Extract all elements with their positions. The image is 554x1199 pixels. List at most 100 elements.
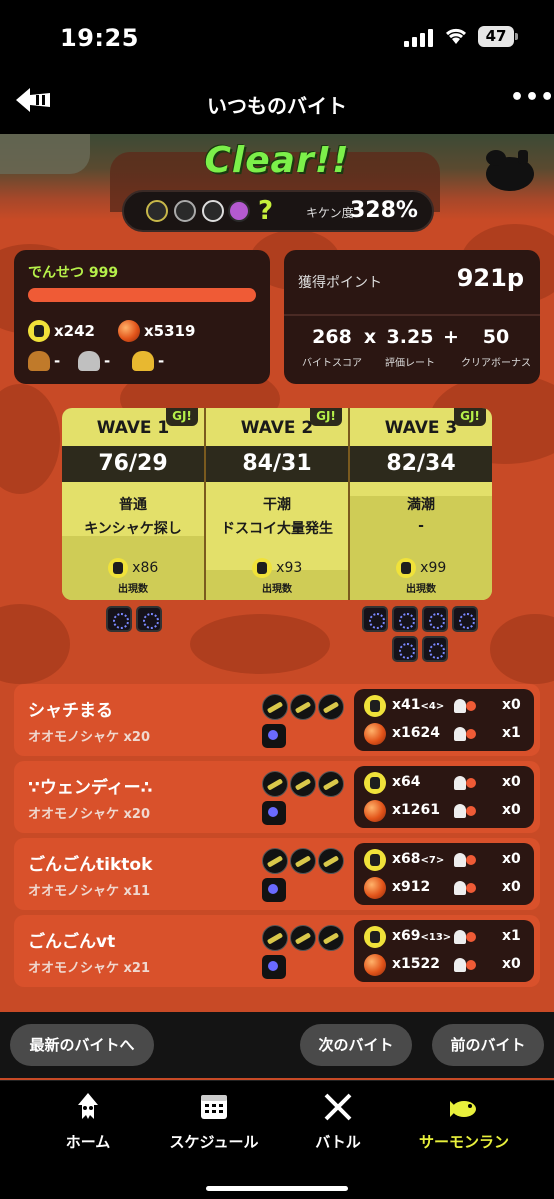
weapon-icon xyxy=(318,925,344,951)
rescue-icon xyxy=(454,774,480,794)
top-navigation: いつものバイト ••• xyxy=(0,72,554,134)
player-boss-kills: オオモノシャケ x20 xyxy=(28,730,151,745)
power-egg-icon xyxy=(118,320,140,342)
special-weapon-icon xyxy=(392,636,418,662)
latest-job-button[interactable]: 最新のバイトへ xyxy=(10,1024,154,1066)
rescue-count: x1 xyxy=(502,928,521,944)
player-card[interactable]: シャチまる オオモノシャケ x20 x41<4> x0 x1624 x1 xyxy=(14,684,540,756)
tab-label: スケジュール xyxy=(169,1133,259,1151)
hazard-label: キケン度 xyxy=(306,206,354,220)
player-card[interactable]: ごんごんvt オオモノシャケ x21 x69<13> x1 x1522 x0 xyxy=(14,915,540,987)
weapon-icon xyxy=(290,771,316,797)
golden-egg-icon xyxy=(364,772,386,794)
wave-card: WAVE 1 76/29 普通 キンシャケ探し x86 出現数 GJ! xyxy=(62,408,204,600)
waves-panel: WAVE 1 76/29 普通 キンシャケ探し x86 出現数 GJ! WAVE… xyxy=(62,408,492,600)
rate-label: 評価レート xyxy=(385,358,435,369)
tab-label: サーモンラン xyxy=(418,1133,509,1151)
tab-label: バトル xyxy=(315,1133,361,1151)
rescued-icon xyxy=(454,879,480,899)
previous-job-button[interactable]: 前のバイト xyxy=(432,1024,544,1066)
gj-badge: GJ! xyxy=(454,408,486,426)
golden-egg-icon xyxy=(364,695,386,717)
rescue-count: x0 xyxy=(502,697,521,713)
bonus-value: 50 xyxy=(482,326,510,348)
weapon-icon xyxy=(202,200,224,222)
tab-battle[interactable]: バトル xyxy=(278,1091,398,1152)
special-weapon-icon xyxy=(262,801,286,825)
bronze-scale-stat: - xyxy=(28,350,60,371)
wave-eggs-label: 出現数 xyxy=(406,584,436,595)
rescued-icon xyxy=(454,802,480,822)
tab-schedule[interactable]: スケジュール xyxy=(154,1091,274,1152)
points-panel: 獲得ポイント 921p 268 バイトスコア x 3.25 評価レート + 50… xyxy=(284,250,540,384)
rank-progress-bar xyxy=(28,288,256,302)
wave-tide: 干潮 xyxy=(263,497,291,513)
tab-label: ホーム xyxy=(65,1133,111,1151)
tab-bar: ホーム スケジュール バトル サーモンラン xyxy=(0,1080,554,1199)
golden-egg-stat: x242 xyxy=(28,320,95,342)
power-egg-icon xyxy=(364,877,386,899)
golden-egg-icon xyxy=(364,849,386,871)
points-value: 921p xyxy=(456,264,524,292)
weapon-icon xyxy=(146,200,168,222)
special-weapon-icon xyxy=(262,955,286,979)
points-label: 獲得ポイント xyxy=(298,275,382,291)
score-label: バイトスコア xyxy=(302,358,362,369)
tab-home[interactable]: ホーム xyxy=(28,1091,148,1152)
more-options-icon[interactable]: ••• xyxy=(510,87,554,112)
player-stats: x68<7> x0 x912 x0 xyxy=(354,843,534,905)
weapon-icon xyxy=(318,771,344,797)
battery-indicator: 47 xyxy=(478,26,518,47)
player-card[interactable]: ∵ウェンディー∴ オオモノシャケ x20 x64 x0 x1261 x0 xyxy=(14,761,540,833)
weapon-icon xyxy=(262,771,288,797)
signal-icon xyxy=(404,29,434,47)
player-boss-kills: オオモノシャケ x20 xyxy=(28,807,151,822)
weapon-icon xyxy=(228,200,250,222)
special-weapon-icon xyxy=(422,606,448,632)
weapon-icon xyxy=(318,848,344,874)
home-indicator xyxy=(206,1186,348,1191)
rescued-count: x1 xyxy=(502,725,521,741)
page-title: いつものバイト xyxy=(207,94,347,118)
rescued-count: x0 xyxy=(502,879,521,895)
golden-egg-count: x41<4> xyxy=(392,697,445,713)
tab-salmon-run[interactable]: サーモンラン xyxy=(404,1091,524,1152)
power-egg-icon xyxy=(364,800,386,822)
golden-egg-count: x64 xyxy=(392,774,421,790)
special-weapon-icon xyxy=(422,636,448,662)
squid-home-icon xyxy=(78,1093,98,1119)
player-card[interactable]: ごんごんtiktok オオモノシャケ x11 x68<7> x0 x912 x0 xyxy=(14,838,540,910)
special-weapon-icon xyxy=(392,606,418,632)
rescue-icon xyxy=(454,697,480,717)
wave-eggs: x86 xyxy=(62,558,204,578)
wave-score: 84/31 xyxy=(206,446,348,482)
golden-egg-icon xyxy=(395,558,416,578)
special-weapon-icon xyxy=(262,878,286,902)
player-name: ごんごんvt xyxy=(28,932,116,952)
weapon-icon xyxy=(318,694,344,720)
rescued-count: x0 xyxy=(502,956,521,972)
special-weapon-icon xyxy=(136,606,162,632)
calendar-icon xyxy=(201,1095,227,1119)
player-name: シャチまる xyxy=(28,701,113,721)
score-value: 268 xyxy=(312,326,352,348)
rescue-count: x0 xyxy=(502,774,521,790)
boss-silhouette-icon xyxy=(486,150,534,191)
salmon-icon xyxy=(450,1101,476,1117)
wave-score: 82/34 xyxy=(350,446,492,482)
wave-event: - xyxy=(418,518,424,534)
power-egg-count: x912 xyxy=(392,879,431,895)
bonus-label: クリアボーナス xyxy=(461,358,531,369)
player-boss-kills: オオモノシャケ x21 xyxy=(28,961,151,976)
weapon-icon xyxy=(174,200,196,222)
power-egg-stat: x5319 xyxy=(118,320,195,342)
times-sign: x xyxy=(363,326,377,348)
rescue-icon xyxy=(454,928,480,948)
gj-badge: GJ! xyxy=(166,408,198,426)
power-egg-count: x1624 xyxy=(392,725,440,741)
special-weapon-icon xyxy=(262,724,286,748)
golden-egg-count: x68<7> xyxy=(392,851,445,867)
next-job-button[interactable]: 次のバイト xyxy=(300,1024,412,1066)
wifi-icon xyxy=(445,28,467,44)
my-stats-panel: でんせつ 999 x242 x5319 - - - xyxy=(14,250,270,384)
